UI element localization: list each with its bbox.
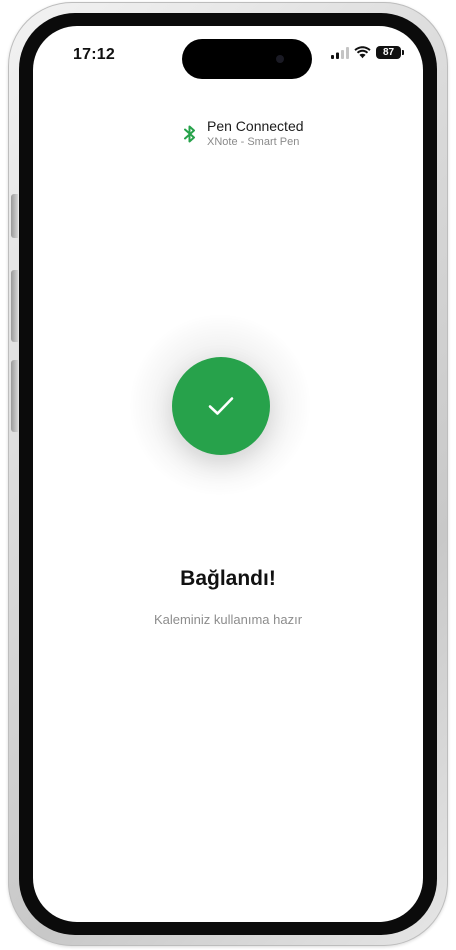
success-title: Bağlandı! bbox=[180, 567, 276, 590]
volume-down-button bbox=[11, 360, 18, 432]
success-circle bbox=[172, 357, 270, 455]
checkmark-icon bbox=[208, 397, 234, 415]
volume-up-button bbox=[11, 270, 18, 342]
wifi-icon bbox=[354, 46, 371, 59]
signal-icon bbox=[331, 46, 349, 59]
device-name: XNote - Smart Pen bbox=[207, 136, 300, 148]
dynamic-island bbox=[182, 39, 312, 79]
status-time: 17:12 bbox=[73, 46, 115, 63]
success-subtitle: Kaleminiz kullanıma hazır bbox=[153, 612, 303, 627]
camera-lens bbox=[276, 55, 284, 63]
battery-icon: 87 bbox=[376, 46, 404, 59]
connection-status: Pen Connected XNote - Smart Pen bbox=[183, 118, 304, 149]
connection-title: Pen Connected bbox=[207, 118, 304, 134]
connection-texts: Pen Connected XNote - Smart Pen bbox=[207, 118, 304, 149]
status-icons: 87 bbox=[331, 46, 404, 59]
bluetooth-icon bbox=[184, 125, 195, 142]
action-button bbox=[11, 194, 18, 238]
